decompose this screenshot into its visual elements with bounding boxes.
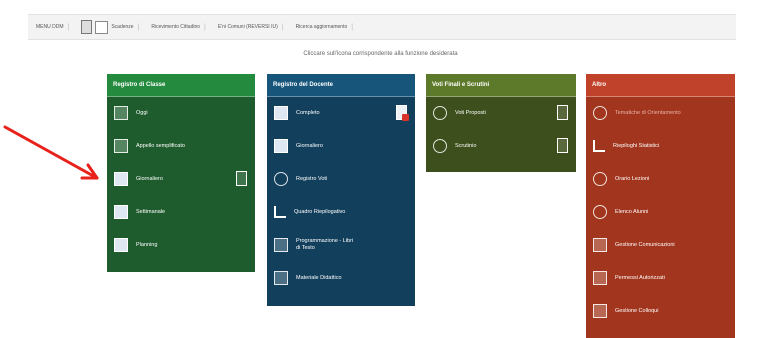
menu-item-permessi[interactable]: Permessi Autorizzati	[586, 266, 735, 290]
meeting-icon	[593, 304, 607, 318]
scadenze-label: Scadenze	[111, 24, 134, 30]
menu-item-colloqui[interactable]: Gestione Colloqui	[586, 299, 735, 323]
menu-item-label: Gestione Colloqui	[615, 308, 659, 314]
menu-item-label: Voti Proposti	[455, 110, 486, 116]
ricevimento-link[interactable]: Ricevimento Cittadino	[151, 24, 200, 30]
menu-item-oggi[interactable]: Oggi	[107, 101, 255, 125]
chat-icon	[593, 238, 607, 252]
registro-docente-panel: Registro del Docente Completo Giornalier…	[267, 74, 415, 306]
menu-item-scrutinio[interactable]: Scrutinio	[426, 134, 576, 158]
menu-item-appello[interactable]: Appello semplificato	[107, 134, 255, 158]
altro-panel: Altro Tematiche di Orientamento Riepilog…	[586, 74, 735, 338]
menu-item-orario[interactable]: Orario Lezioni	[586, 167, 735, 191]
bar-chart-icon	[274, 206, 286, 218]
menu-item-label: Gestione Comunicazioni	[615, 242, 675, 248]
menu-item-label: Giornaliero	[136, 176, 163, 182]
tablet-icon[interactable]	[557, 138, 568, 153]
menu-item-label: Elenco Alunni	[615, 209, 649, 215]
toolbar-separator: |	[204, 23, 206, 31]
ricerca-label: Ricerca aggiornamento	[295, 24, 348, 30]
ricevimento-label: Ricevimento Cittadino	[151, 24, 201, 30]
menu-item-label: Programmazione - Libri di Testo	[296, 238, 354, 251]
menu-item-label: Appello semplificato	[136, 143, 185, 149]
menu-item-elenco-alunni[interactable]: Elenco Alunni	[586, 200, 735, 224]
instruction-text: Cliccare sull'icona corrispondente alla …	[303, 51, 458, 57]
users-icon	[274, 172, 288, 186]
altro-title: Altro	[586, 74, 735, 97]
pdf-icon[interactable]	[396, 105, 409, 121]
menu-item-quadro[interactable]: Quadro Riepilogativo	[267, 200, 415, 224]
calendar-icon	[114, 106, 128, 120]
book-icon	[274, 106, 288, 120]
check-chart-icon	[593, 140, 605, 152]
menu-item-voti-proposti[interactable]: Voti Proposti	[426, 101, 576, 125]
toolbar-separator: |	[351, 23, 354, 31]
menu-item-label: Planning	[136, 242, 158, 248]
menu-item-label: Registro Voti	[296, 176, 328, 182]
registro-classe-title: Registro di Classe	[107, 74, 255, 97]
ricerca-link[interactable]: Ricerca aggiornamento	[296, 24, 348, 30]
menu-item-label: Scrutinio	[455, 143, 477, 149]
comuni-label: E'ni Comuni (REVERSI IU)	[217, 24, 278, 30]
sitemap-icon	[274, 238, 288, 252]
menu-item-label: Settimanale	[136, 209, 166, 215]
toolbar-separator: |	[137, 23, 140, 31]
registro-docente-title: Registro del Docente	[267, 74, 415, 97]
compass-icon	[593, 106, 607, 120]
tablet-icon[interactable]	[236, 171, 247, 186]
planner-icon	[114, 238, 128, 252]
toolbar-separator: |	[281, 23, 284, 31]
top-toolbar: MENU DDM | Scadenze | Ricevimento Cittad…	[28, 14, 736, 40]
menu-item-programmazione[interactable]: Programmazione - Libri di Testo	[267, 233, 415, 257]
folder-icon	[274, 271, 288, 285]
users-icon	[593, 205, 607, 219]
menu-item-label: Tematiche di Orientamento	[615, 110, 681, 116]
menu-item-completo[interactable]: Completo	[267, 101, 415, 125]
voti-finali-title: Voti Finali e Scrutini	[426, 74, 576, 97]
red-arrow-annotation	[3, 125, 99, 180]
menu-item-settimanale[interactable]: Settimanale	[107, 200, 255, 224]
menu-item-label: Giornaliero	[296, 143, 323, 149]
menu-item-giornaliero[interactable]: Giornaliero	[107, 167, 255, 191]
menu-item-label: Orario Lezioni	[615, 176, 650, 182]
registro-classe-panel: Registro di Classe Oggi Appello semplifi…	[107, 74, 255, 272]
menu-item-giornaliero-docente[interactable]: Giornaliero	[267, 134, 415, 158]
menu-item-label: Riepiloghi Statistici	[613, 143, 660, 149]
menu-item-label: Permessi Autorizzati	[615, 275, 665, 281]
menu-item-planning[interactable]: Planning	[107, 233, 255, 257]
calendar-week-icon	[114, 205, 128, 219]
calendar-day-icon	[274, 139, 288, 153]
id-card-icon	[593, 271, 607, 285]
comuni-link[interactable]: E'ni Comuni (REVERSI IU)	[218, 24, 278, 30]
menu-item-comunicazioni[interactable]: Gestione Comunicazioni	[586, 233, 735, 257]
menu-item-label: Completo	[296, 110, 320, 116]
menu-item-riepiloghi[interactable]: Riepiloghi Statistici	[586, 134, 735, 158]
checklist-icon	[114, 139, 128, 153]
clock-icon	[593, 172, 607, 186]
menu-item-materiale[interactable]: Materiale Didattico	[267, 266, 415, 290]
user-icon	[433, 106, 447, 120]
users-icon	[433, 139, 447, 153]
menu-item-tematiche[interactable]: Tematiche di Orientamento	[586, 101, 735, 125]
menu-item-label: Quadro Riepilogativo	[294, 209, 346, 215]
menu-item-label: Oggi	[136, 110, 148, 116]
menu-item-registro-voti[interactable]: Registro Voti	[267, 167, 415, 191]
menu-item-label: Materiale Didattico	[296, 275, 342, 281]
calendar-day-icon	[114, 172, 128, 186]
tablet-icon[interactable]	[557, 105, 568, 120]
voti-finali-panel: Voti Finali e Scrutini Voti Proposti Scr…	[426, 74, 576, 172]
